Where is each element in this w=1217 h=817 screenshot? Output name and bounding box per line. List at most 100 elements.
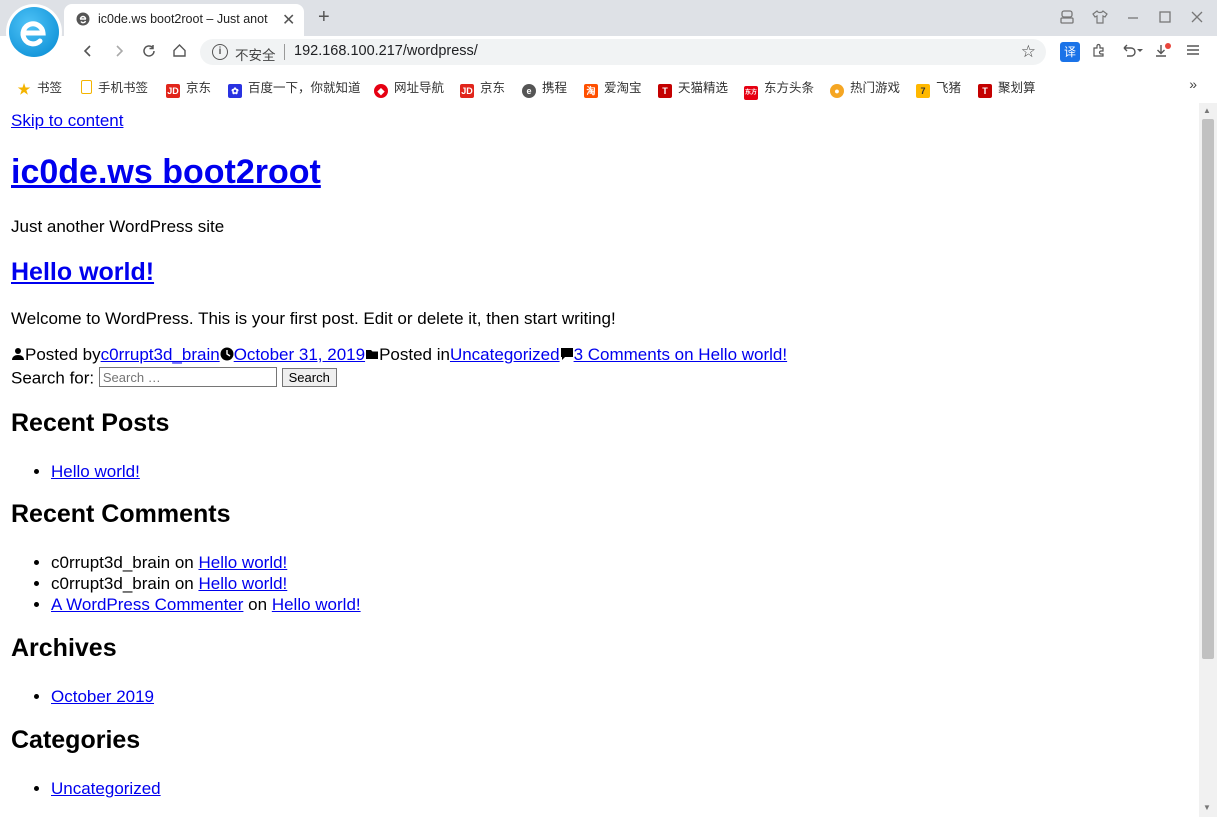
bookmarks-more-icon[interactable]: » — [1189, 76, 1197, 92]
bookmark-item[interactable]: JD 京东 — [460, 77, 506, 98]
archive-link[interactable]: October 2019 — [51, 687, 154, 706]
bookmark-item[interactable]: JD 京东 — [166, 77, 211, 98]
recent-comments-list: c0rrupt3d_brain on Hello world! c0rrupt3… — [11, 552, 361, 615]
bookmark-item[interactable]: 手机书签 — [81, 77, 148, 95]
undo-icon[interactable] — [1119, 42, 1145, 62]
site-title-link[interactable]: ic0de.ws boot2root — [11, 153, 321, 191]
browser-tab[interactable]: ic0de.ws boot2root – Just anot ✕ — [64, 4, 304, 36]
jd-icon: JD — [460, 84, 474, 98]
list-item: c0rrupt3d_brain on Hello world! — [51, 573, 361, 594]
author-link[interactable]: c0rrupt3d_brain — [101, 345, 220, 364]
clock-icon — [220, 347, 234, 361]
translate-icon[interactable]: 译 — [1060, 42, 1080, 62]
comment-on-text: on — [174, 553, 194, 572]
site-title: ic0de.ws boot2root — [11, 153, 321, 192]
page-scrollbar[interactable]: ▲ ▼ — [1199, 103, 1217, 817]
list-item: Hello world! — [51, 461, 140, 482]
comments-link[interactable]: 3 Comments on Hello world! — [574, 345, 788, 364]
bookmark-label: 百度一下，你就知道 — [248, 81, 361, 95]
bookmark-item[interactable]: ★ 书签 — [17, 77, 63, 96]
post-title-link[interactable]: Hello world! — [11, 258, 154, 286]
search-button[interactable]: Search — [281, 367, 337, 387]
comment-author: c0rrupt3d_brain — [51, 574, 171, 593]
bookmark-item[interactable]: ✿ 百度一下，你就知道 — [228, 77, 361, 98]
bookmark-star-icon[interactable]: ☆ — [1021, 42, 1036, 62]
category-list-link[interactable]: Uncategorized — [51, 779, 161, 798]
browser-chrome: ic0de.ws boot2root – Just anot ✕ + i 不安全… — [0, 0, 1217, 104]
search-label: Search for: — [11, 368, 95, 388]
bookmark-item[interactable]: ◆ 网址导航 — [374, 77, 445, 98]
tab-title: ic0de.ws boot2root – Just anot — [98, 12, 268, 26]
fliggy-icon: 7 — [916, 84, 930, 98]
recent-comments-heading: Recent Comments — [11, 500, 231, 528]
omnibox-separator — [284, 44, 285, 60]
person-icon — [12, 348, 24, 360]
user-icon[interactable] — [1058, 9, 1076, 27]
forward-icon[interactable] — [108, 41, 130, 63]
category-link[interactable]: Uncategorized — [450, 345, 560, 364]
bookmark-item[interactable]: e 携程 — [522, 77, 568, 98]
post-title: Hello world! — [11, 258, 154, 287]
reload-icon[interactable] — [138, 41, 160, 63]
tmall-icon: T — [658, 84, 672, 98]
comment-author-link[interactable]: A WordPress Commenter — [51, 595, 243, 614]
new-tab-button[interactable]: + — [318, 6, 330, 29]
bookmark-item[interactable]: 东方 东方头条 — [744, 77, 814, 100]
bookmark-item[interactable]: 淘爱淘宝 — [584, 77, 642, 98]
url-text[interactable]: 192.168.100.217/wordpress/ — [294, 43, 478, 59]
taobao-icon: 淘 — [584, 84, 598, 98]
skin-shirt-icon[interactable] — [1091, 9, 1109, 27]
address-bar[interactable]: i 不安全 192.168.100.217/wordpress/ ☆ — [200, 39, 1046, 65]
post-date-link[interactable]: October 31, 2019 — [234, 345, 365, 364]
categories-list: Uncategorized — [11, 778, 161, 799]
recent-post-link[interactable]: Hello world! — [51, 462, 140, 481]
nav-icon: ◆ — [374, 84, 388, 98]
browser-logo-icon — [9, 7, 59, 57]
bookmark-label: 携程 — [542, 81, 568, 95]
menu-icon[interactable] — [1183, 42, 1203, 62]
search-input[interactable] — [98, 367, 277, 387]
comment-post-link[interactable]: Hello world! — [272, 595, 361, 614]
site-tagline: Just another WordPress site — [11, 217, 225, 236]
recent-posts-list: Hello world! — [11, 461, 140, 482]
comment-on-text: on — [174, 574, 194, 593]
skip-to-content-link[interactable]: Skip to content — [11, 111, 123, 131]
bookmark-label: 爱淘宝 — [604, 81, 642, 95]
comment-post-link[interactable]: Hello world! — [198, 553, 287, 572]
comment-post-link[interactable]: Hello world! — [198, 574, 287, 593]
posted-in-label: Posted in — [379, 345, 450, 364]
browser-toolbar: i 不安全 192.168.100.217/wordpress/ ☆ 译 — [0, 36, 1217, 68]
window-close-icon[interactable] — [1188, 9, 1206, 27]
page-content: Skip to content ic0de.ws boot2root Just … — [0, 103, 1199, 817]
scroll-down-icon[interactable]: ▼ — [1203, 803, 1211, 812]
bookmark-item[interactable]: 7 飞猪 — [916, 77, 961, 98]
scroll-up-icon[interactable]: ▲ — [1203, 106, 1211, 115]
info-icon[interactable]: i — [212, 44, 228, 60]
ie-favicon-icon — [76, 12, 90, 26]
extensions-icon[interactable] — [1089, 42, 1109, 62]
list-item: c0rrupt3d_brain on Hello world! — [51, 552, 361, 573]
archives-list: October 2019 — [11, 686, 154, 707]
bookmark-label: 京东 — [480, 81, 506, 95]
insecure-label: 不安全 — [235, 48, 276, 63]
tab-close-icon[interactable]: ✕ — [282, 10, 295, 30]
recent-posts-heading: Recent Posts — [11, 409, 170, 437]
bookmark-item[interactable]: ● 热门游戏 — [830, 77, 901, 98]
bookmark-label: 书签 — [37, 81, 63, 95]
maximize-icon[interactable] — [1156, 9, 1174, 27]
toutiao-icon: 东方 — [744, 86, 758, 100]
minimize-icon[interactable] — [1124, 9, 1142, 27]
baidu-paw-icon: ✿ — [228, 84, 242, 98]
bookmark-item[interactable]: T 天猫精选 — [658, 77, 728, 98]
back-icon[interactable] — [77, 41, 99, 63]
ctrip-icon: e — [522, 84, 536, 98]
home-icon[interactable] — [168, 41, 190, 63]
bookmark-label: 热门游戏 — [850, 81, 901, 95]
bookmark-label: 网址导航 — [394, 81, 445, 95]
game-icon: ● — [830, 84, 844, 98]
download-icon[interactable] — [1153, 42, 1173, 62]
scrollbar-thumb[interactable] — [1202, 119, 1214, 659]
categories-heading: Categories — [11, 726, 141, 754]
archives-heading: Archives — [11, 634, 117, 662]
bookmark-item[interactable]: T 聚划算 — [978, 77, 1036, 98]
